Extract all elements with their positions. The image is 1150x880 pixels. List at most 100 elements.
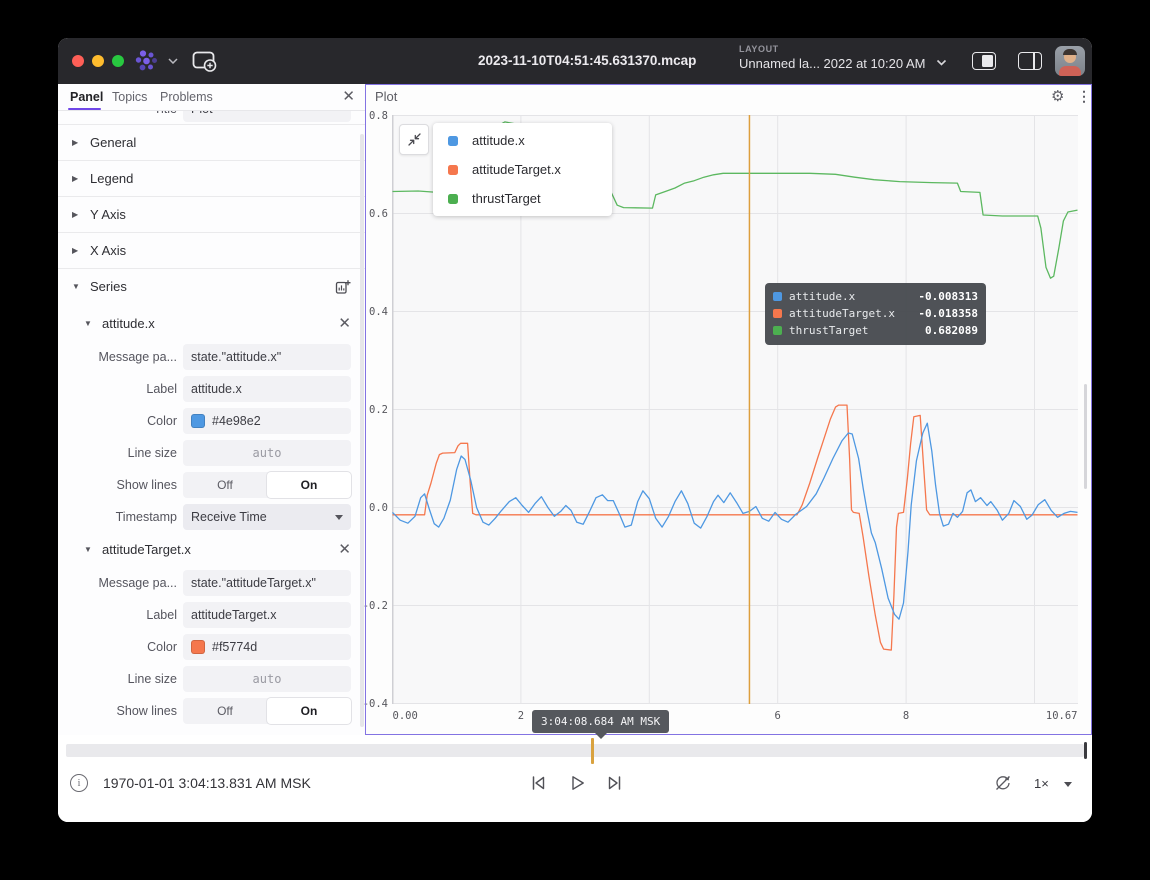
app-window: 2023-11-10T04:51:45.631370.mcap LAYOUT U…: [58, 38, 1092, 822]
title-bar: 2023-11-10T04:51:45.631370.mcap LAYOUT U…: [58, 38, 1092, 84]
add-panel-icon[interactable]: [192, 51, 218, 72]
color-swatch[interactable]: [191, 414, 205, 428]
collapse-arrows-icon: [407, 132, 422, 147]
color-input[interactable]: #4e98e2: [183, 408, 351, 434]
avatar[interactable]: [1055, 46, 1085, 76]
caret-right-icon: ▶: [72, 210, 84, 219]
line-size-input[interactable]: auto: [183, 666, 351, 692]
layout-selector[interactable]: LAYOUT Unnamed la... 2022 at 10:20 AM: [739, 44, 925, 71]
message-path-input[interactable]: state."attitude.x": [183, 344, 351, 370]
x-axis-labels: 0.00246810.67: [365, 710, 1092, 724]
series-swatch: [773, 292, 782, 301]
series-fields: Message pa... state."attitude.x" Label a…: [58, 344, 365, 530]
caret-right-icon: ▶: [72, 246, 84, 255]
settings-sidebar: Panel Topics Problems ✕ Title Plot ▶ Gen…: [58, 84, 365, 735]
close-window-button[interactable]: [72, 55, 84, 67]
tab-problems[interactable]: Problems: [160, 84, 213, 110]
show-lines-on[interactable]: On: [267, 472, 351, 498]
series-swatch: [773, 309, 782, 318]
message-path-input[interactable]: state."attitudeTarget.x": [183, 570, 351, 596]
tooltip-row: attitude.x -0.008313: [773, 288, 978, 305]
caret-right-icon: ▶: [72, 138, 84, 147]
section-legend[interactable]: ▶ Legend: [58, 160, 365, 196]
series-fields: Message pa... state."attitudeTarget.x" L…: [58, 570, 365, 724]
playback-bar: i 1970-01-01 3:04:13.831 AM MSK 1×: [58, 735, 1092, 822]
legend-item[interactable]: thrustTarget: [433, 184, 612, 213]
collapse-legend-button[interactable]: [399, 124, 429, 155]
chevron-down-icon: [335, 515, 343, 520]
show-lines-toggle: Off On: [183, 698, 351, 724]
caret-down-icon: ▼: [72, 282, 84, 291]
plot-panel: Plot ⚙ ⋮ 0.80.60.40.20.0-0.2-0.4 0.00246…: [365, 84, 1092, 735]
show-lines-toggle: Off On: [183, 472, 351, 498]
foxglove-logo-icon[interactable]: [134, 49, 162, 73]
section-x-axis[interactable]: ▶ X Axis: [58, 232, 365, 268]
data-source-title[interactable]: 2023-11-10T04:51:45.631370.mcap: [478, 38, 696, 84]
sidebar-tab-bar: Panel Topics Problems ✕: [58, 84, 365, 111]
playhead-marker[interactable]: [591, 738, 594, 764]
color-swatch[interactable]: [191, 640, 205, 654]
tooltip-row: attitudeTarget.x -0.018358: [773, 305, 978, 322]
series-header-attitude-x[interactable]: ▼ attitude.x ✕: [58, 310, 365, 336]
layout-label: LAYOUT: [739, 44, 925, 54]
legend-item[interactable]: attitudeTarget.x: [433, 155, 612, 184]
y-axis-labels: 0.80.60.40.20.0-0.2-0.4: [365, 115, 390, 704]
legend-swatch: [448, 194, 458, 204]
legend-swatch: [448, 165, 458, 175]
series-header-attitude-target-x[interactable]: ▼ attitudeTarget.x ✕: [58, 536, 365, 562]
panel-settings-gear-icon[interactable]: ⚙: [1051, 87, 1064, 105]
minimize-window-button[interactable]: [92, 55, 104, 67]
sidebar-scrollbar[interactable]: [360, 134, 364, 727]
hover-value-tooltip: attitude.x -0.008313 attitudeTarget.x -0…: [765, 283, 986, 345]
show-lines-off[interactable]: Off: [183, 472, 267, 498]
close-sidebar-icon[interactable]: ✕: [342, 88, 355, 106]
seek-backward-icon[interactable]: [528, 773, 548, 793]
title-field-label: Title: [58, 111, 177, 116]
series-swatch: [773, 326, 782, 335]
panel-menu-kebab-icon[interactable]: ⋮: [1077, 88, 1091, 105]
show-lines-on[interactable]: On: [267, 698, 351, 724]
caret-down-icon: ▼: [84, 545, 96, 554]
tab-topics[interactable]: Topics: [112, 84, 147, 110]
line-size-input[interactable]: auto: [183, 440, 351, 466]
add-series-icon[interactable]: [335, 279, 351, 295]
tooltip-row: thrustTarget 0.682089: [773, 322, 978, 339]
caret-down-icon: ▼: [84, 319, 96, 328]
section-series[interactable]: ▼ Series: [58, 268, 365, 304]
section-y-axis[interactable]: ▶ Y Axis: [58, 196, 365, 232]
timestamp-select[interactable]: Receive Time: [183, 504, 351, 530]
timeline-end-marker: [1084, 742, 1087, 759]
title-field-input[interactable]: Plot: [183, 111, 351, 122]
loop-disabled-icon[interactable]: [994, 774, 1012, 792]
info-icon[interactable]: i: [70, 774, 88, 792]
toggle-left-sidebar-icon[interactable]: [972, 52, 996, 70]
play-icon[interactable]: [567, 773, 587, 793]
hover-time-tooltip: 3:04:08.684 AM MSK: [532, 710, 669, 733]
clipped-title-row: Title Plot: [58, 111, 365, 124]
remove-series-icon[interactable]: ✕: [338, 540, 351, 558]
legend-swatch: [448, 136, 458, 146]
remove-series-icon[interactable]: ✕: [338, 314, 351, 332]
data-source-chevron-icon[interactable]: [168, 58, 178, 64]
playback-speed[interactable]: 1×: [1034, 776, 1049, 791]
caret-right-icon: ▶: [72, 174, 84, 183]
maximize-window-button[interactable]: [112, 55, 124, 67]
panel-scrollbar[interactable]: [1084, 384, 1087, 489]
seek-forward-icon[interactable]: [605, 773, 625, 793]
timeline-scrubber[interactable]: [66, 744, 1084, 757]
toggle-right-sidebar-icon[interactable]: [1018, 52, 1042, 70]
legend-item[interactable]: attitude.x: [433, 126, 612, 155]
speed-chevron-icon[interactable]: [1064, 782, 1072, 787]
layout-chevron-icon[interactable]: [936, 59, 947, 66]
tab-panel[interactable]: Panel: [70, 84, 103, 110]
label-input[interactable]: attitude.x: [183, 376, 351, 402]
layout-name: Unnamed la... 2022 at 10:20 AM: [739, 56, 925, 71]
show-lines-off[interactable]: Off: [183, 698, 267, 724]
screenshot-canvas: 2023-11-10T04:51:45.631370.mcap LAYOUT U…: [0, 0, 1150, 880]
active-tab-underline: [68, 108, 101, 111]
plot-legend: attitude.x attitudeTarget.x thrustTarget: [433, 123, 612, 216]
color-input[interactable]: #f5774d: [183, 634, 351, 660]
label-input[interactable]: attitudeTarget.x: [183, 602, 351, 628]
current-timestamp[interactable]: 1970-01-01 3:04:13.831 AM MSK: [103, 775, 311, 791]
section-general[interactable]: ▶ General: [58, 124, 365, 160]
